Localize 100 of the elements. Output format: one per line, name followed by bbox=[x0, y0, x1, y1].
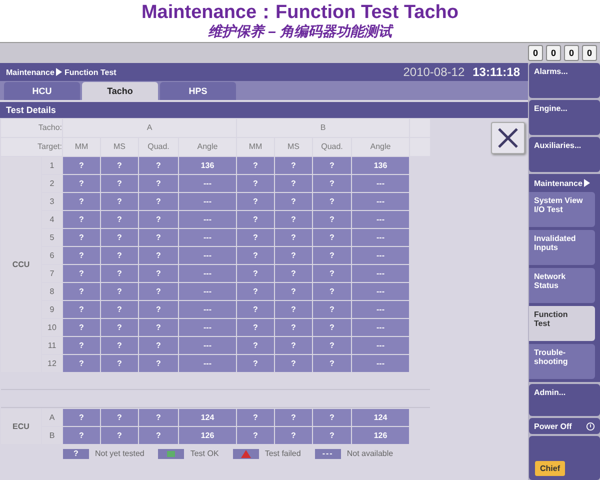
table-cell: ? bbox=[101, 283, 138, 300]
table-cell: ? bbox=[63, 355, 100, 372]
table-cell: --- bbox=[352, 301, 409, 318]
power-off-button[interactable]: Power Off bbox=[529, 418, 600, 434]
table-cell: ? bbox=[313, 319, 351, 336]
table-cell: ? bbox=[139, 229, 178, 246]
table-cell: ? bbox=[101, 265, 138, 282]
submenu-button[interactable]: Invalidated Inputs bbox=[529, 230, 595, 265]
table-cell: ? bbox=[313, 337, 351, 354]
column-header: MS bbox=[275, 138, 312, 156]
table-cell: ? bbox=[237, 337, 274, 354]
table-cell: ? bbox=[275, 283, 312, 300]
close-button[interactable] bbox=[491, 122, 525, 154]
table-cell: ? bbox=[101, 427, 138, 444]
triangle-icon bbox=[584, 179, 590, 187]
table-cell: ? bbox=[237, 193, 274, 210]
table-cell: ? bbox=[63, 301, 100, 318]
legend-swatch: ? bbox=[63, 448, 89, 458]
table-cell: 136 bbox=[352, 157, 409, 174]
table-cell: ? bbox=[313, 193, 351, 210]
table-cell: ? bbox=[139, 355, 178, 372]
table-cell: ? bbox=[63, 319, 100, 336]
table-cell: --- bbox=[352, 319, 409, 336]
table-cell: --- bbox=[179, 337, 236, 354]
table-cell: 136 bbox=[179, 157, 236, 174]
table-cell: ? bbox=[275, 265, 312, 282]
table-cell: ? bbox=[313, 409, 351, 426]
counter: 0 bbox=[564, 45, 579, 61]
table-cell: --- bbox=[179, 283, 236, 300]
table-cell: ? bbox=[237, 283, 274, 300]
table-header: Target: bbox=[1, 138, 62, 156]
table-cell: ? bbox=[275, 229, 312, 246]
table-cell: --- bbox=[352, 229, 409, 246]
submenu-button[interactable]: System View I/O Test bbox=[529, 192, 595, 227]
breadcrumb-item: Function Test bbox=[64, 68, 116, 76]
table-cell: ? bbox=[237, 247, 274, 264]
legend-label: Not yet tested bbox=[95, 449, 144, 458]
table-cell: ? bbox=[313, 175, 351, 192]
table-cell: ? bbox=[101, 337, 138, 354]
table-cell: ? bbox=[313, 157, 351, 174]
column-header: B bbox=[237, 119, 409, 137]
table-cell: ? bbox=[101, 211, 138, 228]
table-cell: ? bbox=[139, 265, 178, 282]
table-cell: ? bbox=[139, 319, 178, 336]
submenu-button[interactable]: Trouble- shooting bbox=[529, 344, 595, 379]
table-cell: ? bbox=[63, 427, 100, 444]
table-cell: 126 bbox=[179, 427, 236, 444]
table-cell: 126 bbox=[352, 427, 409, 444]
table-cell: ? bbox=[237, 175, 274, 192]
submenu-title: Maintenance bbox=[534, 178, 582, 188]
date-text: 2010-08-12 bbox=[403, 65, 465, 79]
counter: 0 bbox=[582, 45, 597, 61]
table-cell: ? bbox=[101, 409, 138, 426]
submenu-button[interactable]: Function Test bbox=[529, 306, 595, 341]
table-cell: --- bbox=[179, 193, 236, 210]
column-header: Angle bbox=[352, 138, 409, 156]
table-cell: --- bbox=[179, 175, 236, 192]
slide-title: Maintenance：Function Test Tacho bbox=[141, 2, 459, 23]
user-badge: Chief bbox=[535, 461, 565, 476]
menu-button[interactable]: Auxiliaries... bbox=[529, 137, 600, 172]
test-ok-icon bbox=[158, 448, 184, 458]
table-cell: ? bbox=[101, 247, 138, 264]
table-cell: ? bbox=[275, 409, 312, 426]
menu-button[interactable]: Alarms... bbox=[529, 63, 600, 98]
tab[interactable]: HPS bbox=[160, 82, 236, 100]
table-header: Tacho: bbox=[1, 119, 62, 137]
table-cell: ? bbox=[139, 247, 178, 264]
table-cell: ? bbox=[313, 301, 351, 318]
table-cell: ? bbox=[101, 229, 138, 246]
admin-button[interactable]: Admin... bbox=[529, 384, 600, 416]
column-header: Quad. bbox=[139, 138, 178, 156]
table-cell: ? bbox=[63, 337, 100, 354]
table-cell: ? bbox=[237, 157, 274, 174]
menu-button[interactable]: Engine... bbox=[529, 100, 600, 135]
slide-subtitle: 维护保养 – 角编码器功能测试 bbox=[208, 23, 392, 40]
close-icon bbox=[497, 127, 519, 149]
table-cell: ? bbox=[275, 427, 312, 444]
table-cell: ? bbox=[275, 355, 312, 372]
triangle-icon bbox=[56, 68, 62, 76]
table-cell: ? bbox=[275, 175, 312, 192]
tab[interactable]: HCU bbox=[4, 82, 80, 100]
submenu-button[interactable]: Network Status bbox=[529, 268, 595, 303]
table-cell: ? bbox=[275, 301, 312, 318]
table-cell: --- bbox=[352, 355, 409, 372]
table-cell: --- bbox=[179, 265, 236, 282]
table-cell: ? bbox=[275, 337, 312, 354]
tab[interactable]: Tacho bbox=[82, 82, 158, 100]
table-cell: --- bbox=[179, 301, 236, 318]
table-cell: --- bbox=[352, 193, 409, 210]
table-cell: ? bbox=[63, 193, 100, 210]
table-cell: ? bbox=[313, 211, 351, 228]
table-cell: ? bbox=[139, 283, 178, 300]
table-cell: ? bbox=[313, 229, 351, 246]
table-cell: ? bbox=[275, 319, 312, 336]
table-cell: ? bbox=[275, 193, 312, 210]
counter: 0 bbox=[528, 45, 543, 61]
column-header: Quad. bbox=[313, 138, 351, 156]
table-cell: --- bbox=[179, 247, 236, 264]
table-cell: 124 bbox=[352, 409, 409, 426]
table-cell: ? bbox=[139, 427, 178, 444]
